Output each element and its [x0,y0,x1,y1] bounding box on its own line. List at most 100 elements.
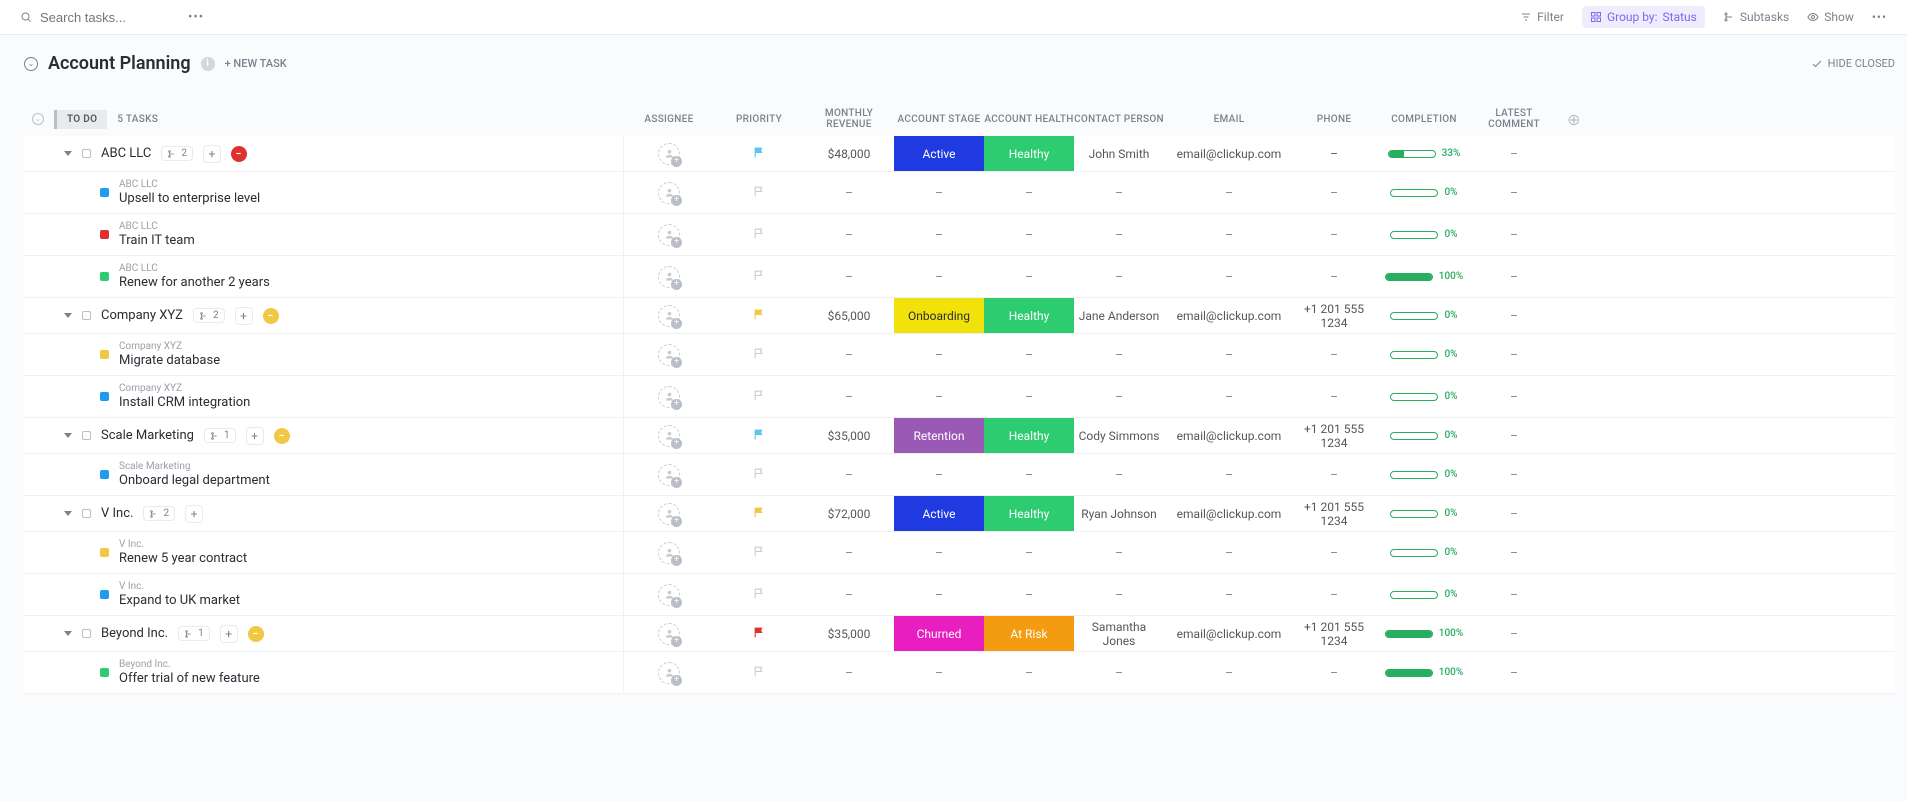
subtask-count-badge[interactable]: 1 [204,428,236,443]
col-contact[interactable]: CONTACT PERSON [1074,114,1164,125]
task-name[interactable]: Beyond Inc. [101,626,168,641]
comment-cell[interactable]: – [1474,136,1554,171]
revenue-cell[interactable]: – [804,256,894,297]
assignee-placeholder[interactable] [658,344,680,366]
col-email[interactable]: EMAIL [1164,114,1294,125]
health-cell[interactable]: – [984,454,1074,495]
task-name[interactable]: Company XYZ [101,308,183,323]
add-subtask-button[interactable]: + [235,307,253,325]
stage-chip[interactable]: Active [894,496,984,531]
email-cell[interactable]: – [1164,172,1294,213]
topbar-more-icon[interactable]: ••• [1872,10,1887,24]
subtask-name[interactable]: Migrate database [119,353,220,368]
status-square[interactable] [100,470,109,479]
task-row[interactable]: ABC LLC2+$48,000ActiveHealthyJohn Smithe… [24,136,1895,172]
completion-cell[interactable]: 100% [1385,667,1463,678]
comment-cell[interactable]: – [1474,256,1554,297]
subtask-name[interactable]: Upsell to enterprise level [119,191,260,206]
add-column-icon[interactable]: ⊕ [1567,110,1581,129]
stage-cell[interactable]: – [894,454,984,495]
hide-closed-button[interactable]: HIDE CLOSED [1811,57,1895,70]
health-cell[interactable]: – [984,214,1074,255]
email-cell[interactable]: – [1164,334,1294,375]
phone-cell[interactable]: – [1294,214,1374,255]
new-task-button[interactable]: + NEW TASK [225,57,287,70]
groupby-button[interactable]: Group by: Status [1582,6,1705,28]
priority-flag-icon[interactable] [753,506,766,522]
subtask-row[interactable]: ABC LLCTrain IT team––––––0%– [24,214,1895,256]
phone-cell[interactable]: +1 201 555 1234 [1294,298,1374,333]
completion-cell[interactable]: 0% [1390,229,1457,240]
contact-cell[interactable]: Jane Anderson [1074,298,1164,333]
comment-cell[interactable]: – [1474,214,1554,255]
collapse-group-icon[interactable]: ⌄ [32,113,44,125]
subtask-name[interactable]: Train IT team [119,233,195,248]
assignee-placeholder[interactable] [658,542,680,564]
completion-cell[interactable]: 0% [1390,391,1457,402]
revenue-cell[interactable]: – [804,376,894,417]
health-chip[interactable]: Healthy [984,418,1074,453]
contact-cell[interactable]: – [1074,574,1164,615]
subtask-name[interactable]: Renew 5 year contract [119,551,247,566]
stage-cell[interactable]: – [894,334,984,375]
completion-cell[interactable]: 0% [1390,187,1457,198]
stage-chip[interactable]: Retention [894,418,984,453]
contact-cell[interactable]: Cody Simmons [1074,418,1164,453]
email-cell[interactable]: – [1164,214,1294,255]
completion-cell[interactable]: 0% [1390,349,1457,360]
phone-cell[interactable]: – [1294,334,1374,375]
task-row[interactable]: Company XYZ2+$65,000OnboardingHealthyJan… [24,298,1895,334]
subtask-row[interactable]: Beyond Inc.Offer trial of new feature–––… [24,652,1895,694]
phone-cell[interactable]: – [1294,136,1374,171]
subtask-row[interactable]: ABC LLCUpsell to enterprise level––––––0… [24,172,1895,214]
revenue-cell[interactable]: – [804,172,894,213]
completion-cell[interactable]: 0% [1390,547,1457,558]
expand-icon[interactable] [64,631,72,636]
col-completion[interactable]: COMPLETION [1374,114,1474,125]
search-input[interactable] [40,10,180,25]
assignee-placeholder[interactable] [658,305,680,327]
phone-cell[interactable]: +1 201 555 1234 [1294,496,1374,531]
stage-cell[interactable]: – [894,214,984,255]
health-cell[interactable]: – [984,574,1074,615]
comment-cell[interactable]: – [1474,298,1554,333]
health-cell[interactable]: – [984,652,1074,693]
priority-flag-icon[interactable] [753,347,766,363]
completion-cell[interactable]: 33% [1388,148,1461,159]
task-name[interactable]: V Inc. [101,506,133,521]
comment-cell[interactable]: – [1474,574,1554,615]
priority-flag-icon[interactable] [753,587,766,603]
assignee-placeholder[interactable] [658,224,680,246]
health-cell[interactable]: – [984,256,1074,297]
completion-cell[interactable]: 0% [1390,310,1457,321]
revenue-cell[interactable]: $35,000 [804,616,894,651]
filter-button[interactable]: Filter [1520,10,1564,24]
priority-flag-icon[interactable] [753,308,766,324]
status-square[interactable] [100,230,109,239]
contact-cell[interactable]: – [1074,334,1164,375]
priority-flag-icon[interactable] [753,626,766,642]
comment-cell[interactable]: – [1474,652,1554,693]
stage-chip[interactable]: Churned [894,616,984,651]
phone-cell[interactable]: – [1294,532,1374,573]
add-subtask-button[interactable]: + [203,145,221,163]
assignee-placeholder[interactable] [658,464,680,486]
revenue-cell[interactable]: – [804,532,894,573]
assignee-placeholder[interactable] [658,143,680,165]
email-cell[interactable]: – [1164,376,1294,417]
add-subtask-button[interactable]: + [220,625,238,643]
email-cell[interactable]: – [1164,256,1294,297]
status-square[interactable] [82,311,91,320]
email-cell[interactable]: email@clickup.com [1164,616,1294,651]
contact-cell[interactable]: – [1074,652,1164,693]
priority-circle-icon[interactable] [231,146,247,162]
priority-flag-icon[interactable] [753,227,766,243]
status-square[interactable] [100,392,109,401]
status-square[interactable] [100,548,109,557]
assignee-placeholder[interactable] [658,623,680,645]
add-subtask-button[interactable]: + [185,505,203,523]
contact-cell[interactable]: – [1074,172,1164,213]
revenue-cell[interactable]: $72,000 [804,496,894,531]
email-cell[interactable]: email@clickup.com [1164,298,1294,333]
phone-cell[interactable]: – [1294,574,1374,615]
